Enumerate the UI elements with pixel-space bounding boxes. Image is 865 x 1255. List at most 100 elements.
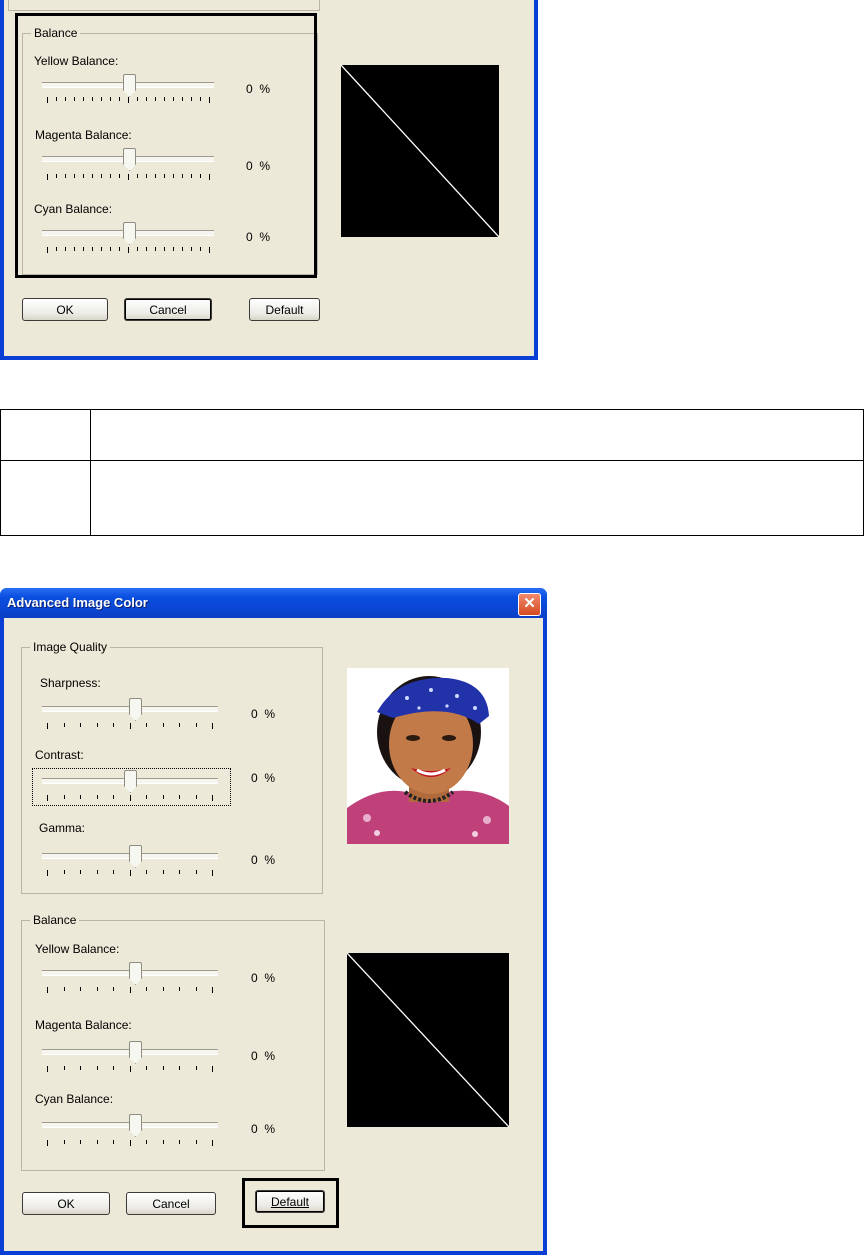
slider-tick [128,97,129,103]
slider-tick [163,1140,164,1144]
portrait-illustration [347,676,509,844]
slider-tick [146,723,147,727]
balance-curve-preview [347,953,509,1127]
slider-tick [179,723,180,727]
top-magenta-balance-ticks [47,174,210,180]
slider-tick [97,1140,98,1144]
slider-tick [173,174,174,178]
slider-tick [146,795,147,799]
top-yellow-balance-label: Yellow Balance: [34,54,119,68]
slider-tick [179,1066,180,1070]
slider-tick [64,987,65,991]
slider-tick [182,97,183,101]
slider-tick [47,97,48,103]
table-row [0,460,864,536]
slider-tick [209,97,210,103]
slider-tick [164,247,165,251]
cancel-button[interactable]: Cancel [126,1192,216,1215]
slider-tick [179,795,180,799]
slider-tick [200,174,201,178]
slider-tick [80,1066,81,1070]
contrast-value: 0 % [251,771,276,785]
slider-tick [179,987,180,991]
slider-tick [212,1066,213,1072]
top-ok-button[interactable]: OK [22,298,108,321]
slider-tick [146,870,147,874]
slider-tick [110,174,111,178]
slider-tick [128,174,129,180]
slider-tick [212,795,213,801]
curve-line [347,953,509,1127]
slider-tick [191,174,192,178]
slider-tick [74,97,75,101]
slider-tick [97,795,98,799]
cyan-balance-label: Cyan Balance: [35,1092,114,1106]
slider-tick [47,987,48,993]
table-cell [0,409,91,461]
close-button[interactable]: ✕ [518,593,541,616]
slider-tick [65,247,66,251]
slider-tick [97,987,98,991]
yellow-balance-value: 0 % [251,971,276,985]
slider-tick [83,247,84,251]
top-cyan-balance-value: 0 % [246,230,271,244]
slider-tick [92,97,93,101]
slider-tick [92,247,93,251]
cyan-balance-value: 0 % [251,1122,276,1136]
top-upper-group-remnant [8,0,320,11]
portrait-preview-image [347,668,509,844]
slider-tick [97,870,98,874]
slider-tick [196,1140,197,1144]
slider-tick [130,870,131,876]
slider-tick [196,723,197,727]
slider-tick [137,174,138,178]
dialog-titlebar[interactable]: Advanced Image Color ✕ [0,588,547,618]
slider-tick [97,723,98,727]
top-yellow-balance-ticks [47,97,210,103]
slider-tick [80,1140,81,1144]
slider-tick [130,1066,131,1072]
slider-tick [113,1066,114,1070]
slider-tick [64,1066,65,1070]
slider-tick [212,1140,213,1146]
slider-tick [179,870,180,874]
slider-tick [56,247,57,251]
slider-tick [130,987,131,993]
ok-button[interactable]: OK [22,1192,110,1215]
slider-tick [155,97,156,101]
top-cancel-button[interactable]: Cancel [124,298,212,321]
slider-tick [47,1066,48,1072]
slider-tick [65,174,66,178]
slider-tick [128,247,129,253]
slider-tick [191,247,192,251]
top-balance-curve-preview [341,65,499,237]
slider-tick [83,174,84,178]
top-magenta-balance-value: 0 % [246,159,271,173]
slider-tick [80,795,81,799]
sharpness-label: Sharpness: [40,676,101,690]
table-row [0,409,864,461]
table-cell [90,460,864,536]
slider-tick [196,870,197,874]
slider-tick [163,723,164,727]
gamma-value: 0 % [251,853,276,867]
magenta-balance-label: Magenta Balance: [35,1018,132,1032]
cyan-balance-ticks [47,1140,213,1146]
slider-tick [80,987,81,991]
balance-legend: Balance [30,913,80,927]
image-quality-legend: Image Quality [30,640,111,654]
table-cell [90,409,864,461]
slider-tick [146,987,147,991]
slider-tick [196,1066,197,1070]
slider-tick [97,1066,98,1070]
slider-tick [164,174,165,178]
slider-tick [130,723,131,729]
default-button[interactable]: Default [255,1190,325,1213]
slider-tick [163,870,164,874]
top-default-button[interactable]: Default [249,298,320,321]
slider-tick [47,1140,48,1146]
table-cell [0,460,91,536]
slider-tick [146,1140,147,1144]
sharpness-value: 0 % [251,707,276,721]
slider-tick [56,174,57,178]
